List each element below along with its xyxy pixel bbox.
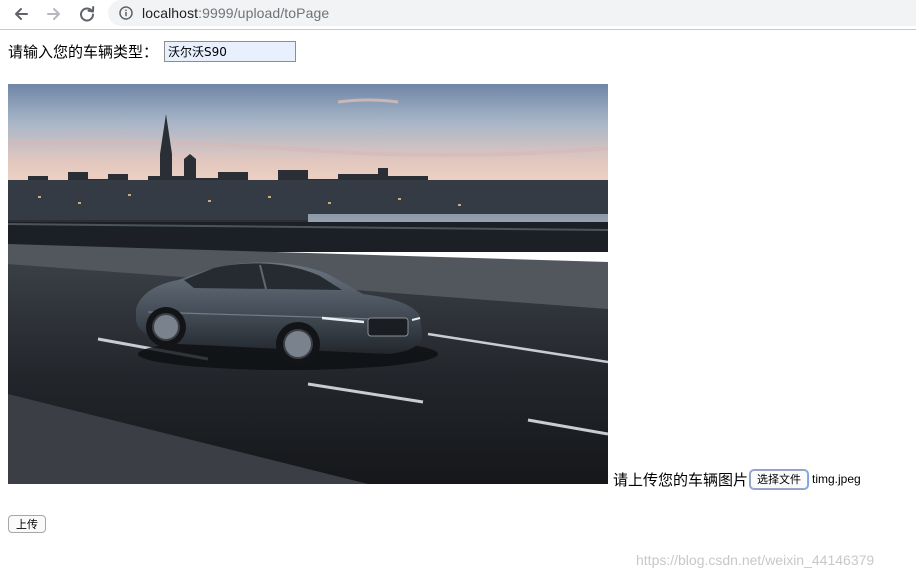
- arrow-right-icon: [47, 8, 60, 20]
- back-button[interactable]: [9, 3, 33, 25]
- url-text: localhost:9999/upload/toPage: [142, 5, 329, 21]
- browser-toolbar: localhost:9999/upload/toPage: [0, 0, 916, 30]
- choose-file-button[interactable]: 选择文件: [750, 469, 809, 489]
- reload-button[interactable]: [75, 3, 99, 25]
- car-photo: [8, 84, 608, 484]
- arrow-left-icon: [15, 8, 28, 20]
- url-path: :9999/upload/toPage: [198, 5, 330, 21]
- vehicle-type-label: 请输入您的车辆类型：: [8, 42, 159, 61]
- selected-file-name: timg.jpeg: [812, 472, 861, 486]
- vehicle-type-row: 请输入您的车辆类型：: [8, 40, 297, 62]
- vehicle-type-input[interactable]: [164, 40, 297, 62]
- vehicle-image-label: 请上传您的车辆图片: [613, 470, 749, 489]
- reload-icon: [80, 6, 95, 22]
- url-host: localhost: [142, 5, 199, 21]
- upload-button[interactable]: 上传: [8, 515, 46, 533]
- address-bar[interactable]: localhost:9999/upload/toPage: [108, 0, 916, 26]
- vehicle-image-row: 请上传您的车辆图片 选择文件 timg.jpeg: [613, 468, 861, 490]
- watermark: https://blog.csdn.net/weixin_44146379: [636, 552, 875, 568]
- forward-button[interactable]: [42, 3, 66, 25]
- info-icon[interactable]: [119, 6, 133, 20]
